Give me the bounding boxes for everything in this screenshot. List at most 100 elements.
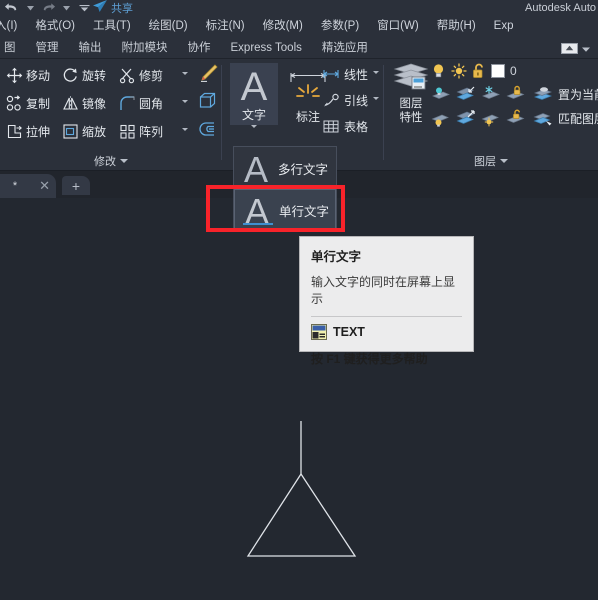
undo-arrow-icon[interactable] bbox=[4, 1, 20, 15]
modify-fillet[interactable]: 圆角 bbox=[119, 92, 163, 114]
modify-offset[interactable] bbox=[198, 120, 218, 140]
copy-icon bbox=[6, 94, 23, 112]
layer-freeze-icon[interactable] bbox=[481, 85, 501, 103]
panel-modify-title: 修改 bbox=[94, 156, 116, 168]
qat-customize-chevron-down-icon[interactable] bbox=[76, 1, 92, 15]
modify-copy[interactable]: 复制 bbox=[6, 92, 50, 114]
modify-mirror[interactable]: 镜像 bbox=[62, 92, 106, 114]
ribbon-minimize-chevron-down-icon[interactable] bbox=[582, 39, 590, 57]
redo-arrow-icon[interactable] bbox=[40, 1, 56, 15]
modify-scale-label: 缩放 bbox=[82, 124, 107, 139]
annotation-linear-chevron-down-icon[interactable] bbox=[373, 71, 379, 74]
flyout-item-mtext[interactable]: A 多行文字 bbox=[234, 147, 336, 189]
layer-on-off-icon[interactable] bbox=[431, 85, 451, 103]
layer-thaw-icon[interactable] bbox=[481, 109, 501, 127]
ribbon-tab-output[interactable]: 输出 bbox=[69, 37, 112, 59]
modify-array[interactable]: 阵列 bbox=[119, 120, 163, 142]
panel-layers-title-row: 图层 bbox=[384, 153, 598, 169]
close-icon[interactable]: ✕ bbox=[39, 178, 50, 194]
layer-tools-row-2: 匹配图层 bbox=[431, 108, 598, 128]
modify-rotate[interactable]: 旋转 bbox=[62, 64, 106, 86]
modify-copy-label: 复制 bbox=[26, 96, 51, 111]
annotation-table[interactable]: 表格 bbox=[322, 116, 368, 137]
layer-match-icon[interactable] bbox=[533, 109, 553, 127]
ribbon-tab-manage[interactable]: 管理 bbox=[26, 37, 69, 59]
panel-layers-chevron-down-icon[interactable] bbox=[500, 159, 508, 163]
mirror-icon bbox=[62, 95, 79, 112]
layer-tools-row-1: 置为当前 bbox=[431, 84, 598, 104]
ribbon-tab-view[interactable]: 图 bbox=[0, 37, 26, 59]
layer-unlock-icon[interactable] bbox=[506, 109, 526, 127]
annotation-text-chevron-down-icon[interactable] bbox=[251, 125, 257, 128]
modify-trim[interactable]: 修剪 bbox=[119, 64, 163, 86]
unlocked-padlock-icon[interactable] bbox=[472, 63, 486, 79]
menu-express[interactable]: Exp bbox=[485, 16, 523, 37]
layer-name[interactable]: 0 bbox=[510, 64, 517, 78]
panel-layers-title: 图层 bbox=[474, 156, 496, 168]
layer-turn-on-icon[interactable] bbox=[431, 109, 451, 127]
modify-fillet-chevron-down-icon[interactable] bbox=[182, 100, 188, 103]
menu-tools[interactable]: 工具(T) bbox=[84, 16, 140, 37]
panel-layers: 图层 特性 0 置为当 匹配图 图层 bbox=[384, 59, 598, 171]
single-line-text-underline bbox=[243, 223, 273, 225]
flyout-item-single-line-text-label: 单行文字 bbox=[279, 204, 330, 219]
ribbon-tab-bar: 图管理 输出 附加模块 协作 Express Tools 精选应用 bbox=[0, 37, 598, 59]
annotation-leader-chevron-down-icon[interactable] bbox=[373, 97, 379, 100]
annotation-text-button[interactable]: A 文字 bbox=[230, 63, 278, 125]
modify-rotate-label: 旋转 bbox=[82, 68, 107, 83]
layer-isolate-icon[interactable] bbox=[456, 85, 476, 103]
lightbulb-on-icon[interactable] bbox=[431, 63, 446, 79]
ribbon-tab-featured-apps[interactable]: 精选应用 bbox=[312, 37, 378, 59]
layer-set-current-label: 置为当前 bbox=[558, 87, 598, 102]
stretch-icon bbox=[6, 123, 23, 140]
annotation-text-label: 文字 bbox=[241, 108, 266, 122]
panel-modify-chevron-down-icon[interactable] bbox=[120, 159, 128, 163]
menu-modify[interactable]: 修改(M) bbox=[254, 16, 312, 37]
annotation-leader-label: 引线 bbox=[344, 94, 369, 108]
ribbon-tab-express-tools[interactable]: Express Tools bbox=[221, 37, 312, 59]
modify-erase[interactable] bbox=[198, 63, 218, 83]
modify-scale[interactable]: 缩放 bbox=[62, 120, 106, 142]
ribbon-minimize-icon[interactable] bbox=[561, 42, 578, 54]
annotation-leader[interactable]: 引线 bbox=[322, 90, 368, 111]
modify-array-chevron-down-icon[interactable] bbox=[182, 128, 188, 131]
layer-color-swatch[interactable] bbox=[491, 64, 505, 78]
menu-dimension[interactable]: 标注(N) bbox=[197, 16, 254, 37]
layer-lock-icon[interactable] bbox=[506, 85, 526, 103]
annotation-table-label: 表格 bbox=[344, 120, 369, 134]
layer-properties-label-2: 特性 bbox=[399, 112, 423, 124]
menu-format[interactable]: 格式(O) bbox=[26, 16, 84, 37]
flyout-item-single-line-text[interactable]: A 单行文字 bbox=[234, 189, 336, 231]
fillet-icon bbox=[119, 95, 136, 112]
share-paper-plane-icon[interactable] bbox=[92, 0, 108, 18]
modify-stretch[interactable]: 拉伸 bbox=[6, 120, 50, 142]
share-group[interactable]: 共享 bbox=[92, 0, 133, 16]
document-tab-active[interactable]: * ✕ bbox=[0, 174, 56, 198]
menu-draw[interactable]: 绘图(D) bbox=[140, 16, 197, 37]
ribbon-tab-addins[interactable]: 附加模块 bbox=[112, 37, 178, 59]
svg-text:A: A bbox=[241, 65, 268, 105]
modify-move[interactable]: 移动 bbox=[6, 64, 50, 86]
eraser-pencil-icon bbox=[198, 63, 218, 83]
layer-properties-button[interactable]: 图层 特性 bbox=[388, 63, 434, 125]
modify-mirror-label: 镜像 bbox=[82, 96, 107, 111]
sun-icon[interactable] bbox=[451, 63, 467, 79]
modify-3d-box[interactable] bbox=[198, 91, 218, 111]
share-label: 共享 bbox=[111, 3, 133, 15]
menu-insert[interactable]: 入(I) bbox=[0, 16, 26, 37]
redo-chevron-down-icon[interactable] bbox=[58, 1, 74, 15]
layer-set-current-icon[interactable] bbox=[533, 85, 553, 103]
menu-help[interactable]: 帮助(H) bbox=[428, 16, 485, 37]
offset-icon bbox=[198, 120, 218, 140]
ribbon-tab-collaborate[interactable]: 协作 bbox=[178, 37, 221, 59]
menu-parametric[interactable]: 参数(P) bbox=[312, 16, 368, 37]
new-tab-button[interactable]: + bbox=[62, 176, 90, 195]
annotation-linear[interactable]: 线性 bbox=[322, 64, 368, 85]
menu-window[interactable]: 窗口(W) bbox=[368, 16, 428, 37]
flyout-item-mtext-label: 多行文字 bbox=[278, 162, 329, 177]
layer-unisolate-icon[interactable] bbox=[456, 109, 476, 127]
undo-chevron-down-icon[interactable] bbox=[22, 1, 38, 15]
3d-box-icon bbox=[198, 91, 218, 111]
modify-move-label: 移动 bbox=[26, 68, 51, 83]
modify-trim-chevron-down-icon[interactable] bbox=[182, 72, 188, 75]
